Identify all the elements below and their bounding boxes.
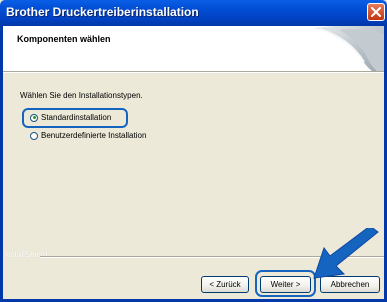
- title-bar: Brother Druckertreiberinstallation: [0, 0, 387, 26]
- option-label-standard: Standardinstallation: [41, 113, 112, 122]
- page-title: Komponenten wählen: [17, 34, 111, 44]
- window-title: Brother Druckertreiberinstallation: [6, 5, 199, 19]
- header-wave-art: [314, 26, 384, 71]
- pointer-arrow-icon: [313, 228, 379, 279]
- header-panel: Komponenten wählen: [3, 26, 384, 71]
- option-label-custom: Benutzerdefinierte Installation: [41, 131, 147, 140]
- radio-custom-installation[interactable]: Benutzerdefinierte Installation: [30, 131, 146, 140]
- installer-window: Brother Druckertreiberinstallation Kompo…: [0, 0, 387, 302]
- close-icon: [371, 7, 381, 17]
- radio-selected-icon[interactable]: [30, 113, 38, 122]
- instruction-text: Wählen Sie den Installationstypen.: [20, 91, 143, 100]
- radio-standard-installation[interactable]: Standardinstallation: [30, 113, 111, 122]
- close-button[interactable]: [367, 3, 385, 21]
- back-button[interactable]: < Zurück: [201, 276, 249, 293]
- header-separator: [3, 71, 384, 73]
- next-button[interactable]: Weiter >: [260, 276, 311, 293]
- radio-unselected-icon[interactable]: [30, 131, 38, 140]
